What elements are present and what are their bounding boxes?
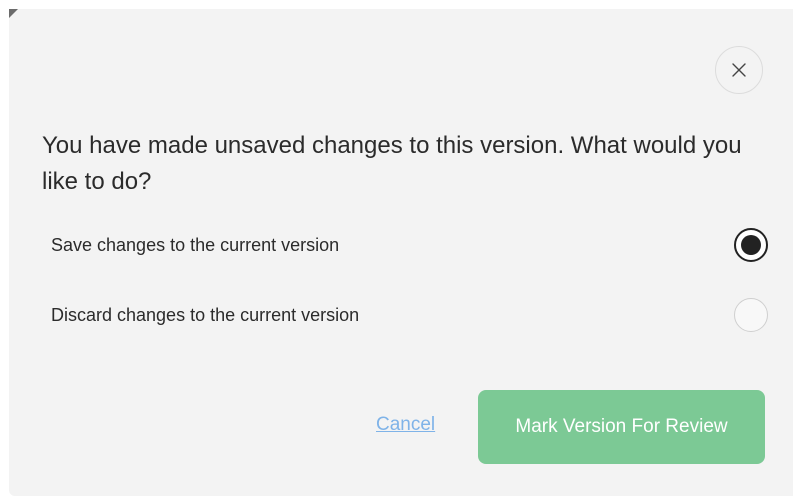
radio-save-changes[interactable] (734, 228, 768, 262)
dialog-question: You have made unsaved changes to this ve… (42, 132, 742, 195)
dialog-corner-mark (9, 9, 18, 18)
radio-discard-changes[interactable] (734, 298, 768, 332)
option-discard-changes[interactable]: Discard changes to the current version (42, 295, 768, 335)
option-save-changes[interactable]: Save changes to the current version (42, 225, 768, 265)
close-icon (731, 62, 747, 78)
cancel-link[interactable]: Cancel (376, 414, 435, 436)
unsaved-changes-dialog: You have made unsaved changes to this ve… (9, 9, 793, 496)
radio-selected-dot (741, 235, 761, 255)
option-discard-changes-label: Discard changes to the current version (51, 304, 360, 325)
option-save-changes-label: Save changes to the current version (51, 234, 340, 255)
close-button[interactable] (715, 46, 763, 94)
mark-version-for-review-button[interactable]: Mark Version For Review (478, 390, 765, 464)
